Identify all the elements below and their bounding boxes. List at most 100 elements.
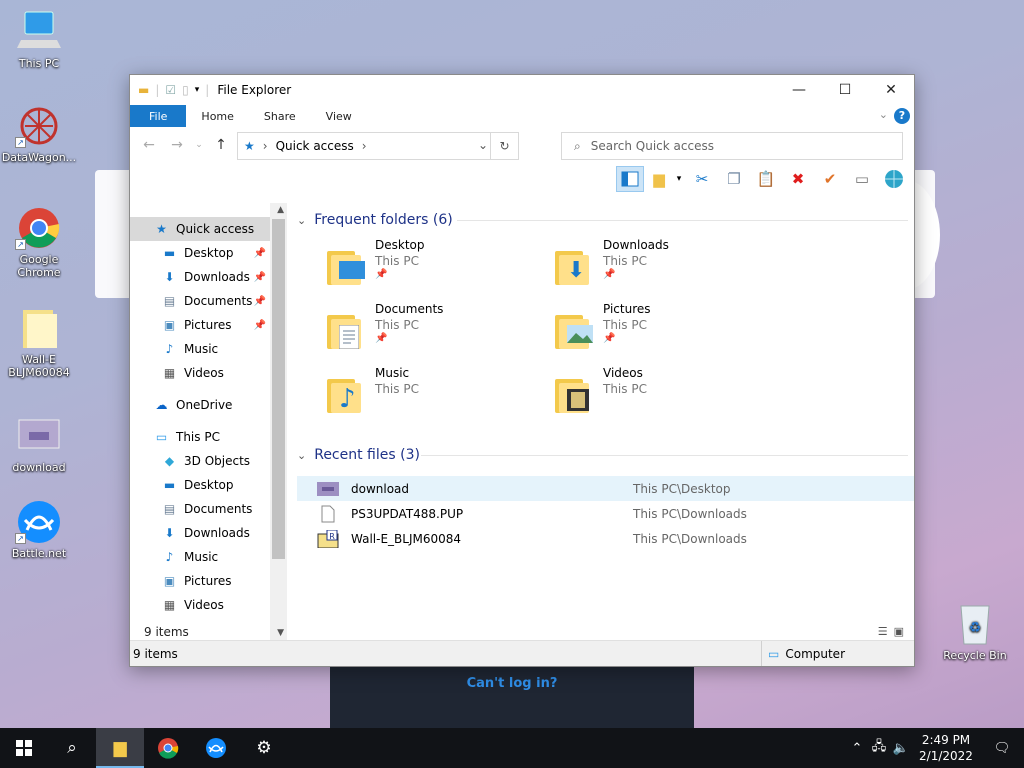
rename-icon[interactable]: ▭ xyxy=(848,166,876,192)
frequent-folders-grid: Desktop This PC 📌 ⬇ Downloads This PC 📌 Docu… xyxy=(297,231,914,429)
delete-icon[interactable]: ✖ xyxy=(784,166,812,192)
view-buttons: ☰ ▣ xyxy=(878,625,904,638)
customize-dropdown-icon[interactable]: ▾ xyxy=(195,85,200,95)
properties-icon[interactable]: ☑ xyxy=(165,83,176,97)
new-folder-icon[interactable]: ▯ xyxy=(182,83,189,97)
nav-pc-videos[interactable]: ▦ Videos xyxy=(130,593,270,617)
desktop-icon-download[interactable]: download xyxy=(1,414,77,474)
desktop-icon-battle-net[interactable]: ↗ Battle.net xyxy=(1,500,77,560)
nav-onedrive[interactable]: ☁ OneDrive xyxy=(130,393,270,417)
forward-button[interactable]: → xyxy=(166,137,188,153)
checkmark-icon[interactable]: ✔ xyxy=(816,166,844,192)
folder-tile-downloads[interactable]: ⬇ Downloads This PC 📌 xyxy=(555,237,783,301)
pin-icon: 📌 xyxy=(253,271,266,283)
scroll-up-icon[interactable]: ▲ xyxy=(277,205,284,215)
cut-icon[interactable]: ✂ xyxy=(688,166,716,192)
nav-this-pc[interactable]: ▭ This PC xyxy=(130,425,270,449)
svg-text:♻: ♻ xyxy=(969,620,982,636)
folder-icon xyxy=(15,306,63,350)
help-icon[interactable]: ? xyxy=(894,108,910,124)
quick-access-star-icon: ★ xyxy=(156,222,167,236)
clock[interactable]: 2:49 PM 2/1/2022 xyxy=(912,732,980,764)
preview-pane-button[interactable] xyxy=(616,166,644,192)
item-count: 9 items xyxy=(144,625,189,639)
copy-icon[interactable]: ❐ xyxy=(720,166,748,192)
desktop-icon-this-pc[interactable]: This PC xyxy=(1,10,77,70)
search-input[interactable]: Search Quick access xyxy=(591,139,714,153)
folder-tile-documents[interactable]: Documents This PC 📌 xyxy=(327,301,555,365)
start-button[interactable] xyxy=(0,728,48,768)
address-dropdown-icon[interactable]: ⌄ xyxy=(478,138,488,152)
taskbar-chrome[interactable] xyxy=(144,728,192,768)
nav-quick-access[interactable]: ★ Quick access xyxy=(130,217,270,241)
tab-share[interactable]: Share xyxy=(249,105,311,127)
video-icon: ▦ xyxy=(163,598,176,612)
recent-files-header[interactable]: ⌄ Recent files (3) xyxy=(297,444,914,466)
chevron-up-icon[interactable]: ⌃ xyxy=(846,741,868,756)
nav-pc-pictures[interactable]: ▣ Pictures xyxy=(130,569,270,593)
frequent-folders-header[interactable]: ⌄ Frequent folders (6) xyxy=(297,209,914,231)
desktop-icon-wall-e[interactable]: Wall-E BLJM60084 xyxy=(1,306,77,379)
nav-qa-music[interactable]: ♪ Music xyxy=(130,337,270,361)
nav-qa-desktop[interactable]: ▬ Desktop 📌 xyxy=(130,241,270,265)
close-button[interactable]: ✕ xyxy=(868,75,914,105)
nav-pc-downloads[interactable]: ⬇ Downloads xyxy=(130,521,270,545)
folder-tile-desktop[interactable]: Desktop This PC 📌 xyxy=(327,237,555,301)
recent-locations-icon[interactable]: ⌄ xyxy=(194,140,204,150)
up-button[interactable]: ↑ xyxy=(210,137,232,153)
title-bar: ▬ | ☑ ▯ ▾ | File Explorer — ☐ ✕ xyxy=(130,75,914,105)
notifications-icon[interactable]: 🗨 xyxy=(980,741,1024,756)
refresh-button[interactable]: ↻ xyxy=(490,133,518,159)
document-icon: ▤ xyxy=(163,294,176,308)
navigation-pane: ★ Quick access ▬ Desktop 📌 ⬇ Downloads 📌 ▤ Doc… xyxy=(130,203,287,640)
tab-file[interactable]: File xyxy=(130,105,187,127)
status-item-count: 9 items xyxy=(133,646,178,661)
large-icons-view-icon[interactable]: ▣ xyxy=(894,625,904,638)
nav-pc-3d-objects[interactable]: ◆ 3D Objects xyxy=(130,449,270,473)
tab-home[interactable]: Home xyxy=(186,105,248,127)
explorer-icon: ▬ xyxy=(138,83,150,97)
recent-file-row[interactable]: PS3UPDAT488.PUP This PC\Downloads xyxy=(297,501,914,526)
back-button[interactable]: ← xyxy=(138,137,160,153)
volume-muted-icon[interactable]: 🔈 xyxy=(890,741,912,756)
recent-file-row[interactable]: download This PC\Desktop xyxy=(297,476,914,501)
new-item-dropdown-icon[interactable]: ▾ xyxy=(674,166,684,192)
address-bar[interactable]: ★ › Quick access › ⌄ ↻ xyxy=(237,132,519,160)
desktop-icon-recycle-bin[interactable]: ♻ Recycle Bin xyxy=(937,602,1013,662)
nav-qa-documents[interactable]: ▤ Documents 📌 xyxy=(130,289,270,313)
folder-tile-videos[interactable]: Videos This PC xyxy=(555,365,783,429)
taskbar-file-explorer[interactable]: ▆ xyxy=(96,728,144,768)
scrollbar-thumb[interactable] xyxy=(272,219,285,559)
chevron-down-icon: ⌄ xyxy=(297,213,307,227)
search-box[interactable]: ⌕ Search Quick access xyxy=(561,132,903,160)
pictures-icon: ▣ xyxy=(163,318,176,332)
network-icon[interactable]: 🖧 xyxy=(868,737,890,759)
desktop-icon-google-chrome[interactable]: ↗ Google Chrome xyxy=(1,206,77,279)
expand-ribbon-icon[interactable]: ⌄ xyxy=(879,108,888,121)
music-folder-icon: ♪ xyxy=(327,373,367,417)
paste-icon[interactable]: 📋 xyxy=(752,166,780,192)
nav-qa-downloads[interactable]: ⬇ Downloads 📌 xyxy=(130,265,270,289)
nav-pc-music[interactable]: ♪ Music xyxy=(130,545,270,569)
folder-tile-pictures[interactable]: Pictures This PC 📌 xyxy=(555,301,783,365)
search-button[interactable]: ⌕ xyxy=(48,728,96,768)
new-folder-button[interactable]: ▆ xyxy=(648,166,670,192)
nav-qa-pictures[interactable]: ▣ Pictures 📌 xyxy=(130,313,270,337)
desktop-icon-datawagon[interactable]: ↗ DataWagon... xyxy=(1,104,77,164)
cant-log-in-link[interactable]: Can't log in? xyxy=(330,676,694,691)
status-location: ▭ Computer xyxy=(761,641,911,666)
maximize-button[interactable]: ☐ xyxy=(822,75,868,105)
taskbar-battle-net[interactable] xyxy=(192,728,240,768)
taskbar-settings[interactable]: ⚙ xyxy=(240,728,288,768)
nav-pc-documents[interactable]: ▤ Documents xyxy=(130,497,270,521)
network-globe-icon[interactable] xyxy=(880,166,908,192)
nav-pc-desktop[interactable]: ▬ Desktop xyxy=(130,473,270,497)
folder-tile-music[interactable]: ♪ Music This PC xyxy=(327,365,555,429)
nav-qa-videos[interactable]: ▦ Videos xyxy=(130,361,270,385)
recent-file-row[interactable]: R Wall-E_BLJM60084 This PC\Downloads xyxy=(297,526,914,551)
tab-view[interactable]: View xyxy=(311,105,367,127)
nav-scrollbar[interactable]: ▲ ▼ xyxy=(270,203,287,640)
details-view-icon[interactable]: ☰ xyxy=(878,625,888,638)
scroll-down-icon[interactable]: ▼ xyxy=(277,628,284,638)
minimize-button[interactable]: — xyxy=(776,75,822,105)
